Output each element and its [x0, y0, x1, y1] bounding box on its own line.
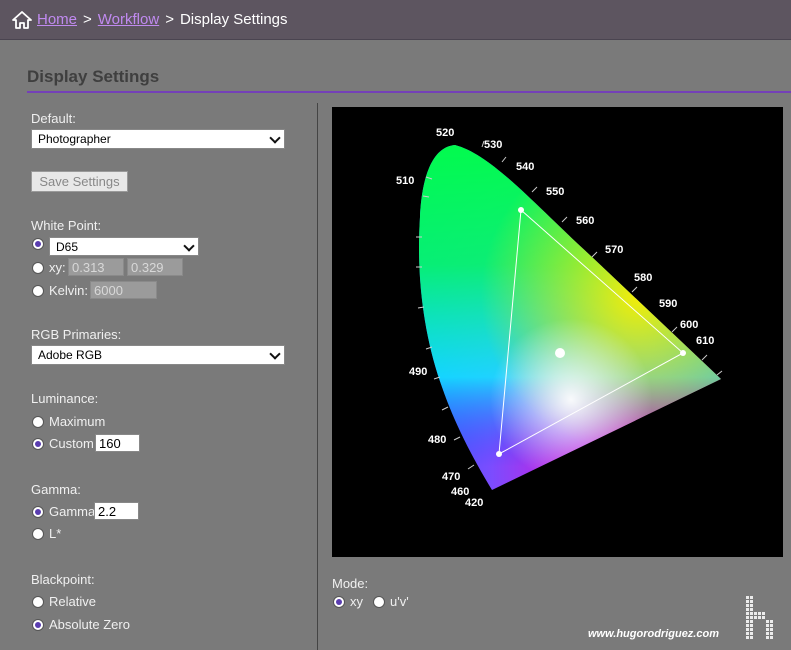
blackpoint-absolute-option[interactable]: Absolute Zero — [32, 617, 130, 632]
rgb-primaries-select[interactable]: Adobe RGB — [31, 345, 285, 365]
wavelength-label: 600 — [680, 319, 698, 331]
watermark-text: www.hugorodriguez.com — [588, 628, 719, 640]
mode-xy-label: xy — [350, 594, 363, 609]
wavelength-label: 590 — [659, 298, 677, 310]
mode-xy-radio[interactable] — [333, 595, 345, 608]
luminance-custom-label: Custom — [49, 436, 94, 451]
breadcrumb-workflow-link[interactable]: Workflow — [98, 11, 159, 28]
white-point-xy-label: xy: — [49, 260, 66, 275]
wavelength-label: 610 — [696, 335, 714, 347]
wavelength-label: 510 — [396, 175, 414, 187]
luminance-maximum-option[interactable]: Maximum — [32, 414, 105, 429]
gamma-value-label: Gamma — [49, 504, 96, 519]
default-label: Default: — [31, 111, 76, 126]
mode-xy-option[interactable]: xy u'v' — [333, 594, 409, 609]
rgb-primaries-label: RGB Primaries: — [31, 327, 122, 342]
chevron-down-icon — [183, 239, 195, 252]
white-point-xy-option[interactable]: xy: — [32, 260, 66, 275]
breadcrumb: Home > Workflow > Display Settings — [0, 0, 791, 40]
breadcrumb-home-link[interactable]: Home — [37, 11, 77, 28]
chevron-down-icon — [269, 348, 281, 360]
gamma-lstar-option[interactable]: L* — [32, 526, 61, 541]
chevron-down-icon — [269, 132, 281, 144]
gamma-value-option[interactable]: Gamma — [32, 504, 95, 519]
wavelength-label: 490 — [409, 366, 427, 378]
breadcrumb-current: Display Settings — [179, 11, 288, 28]
wavelength-label: 550 — [546, 186, 564, 198]
home-icon[interactable] — [12, 10, 32, 30]
wavelength-label: 420 — [465, 497, 483, 509]
white-point-preset-select[interactable]: D65 — [49, 237, 199, 256]
wavelength-label: 520 — [436, 127, 454, 139]
mode-label: Mode: — [332, 576, 369, 591]
default-select[interactable]: Photographer — [31, 129, 285, 149]
blackpoint-absolute-label: Absolute Zero — [49, 617, 130, 632]
rgb-primaries-value: Adobe RGB — [38, 348, 103, 362]
wavelength-label: 580 — [634, 272, 652, 284]
red-primary-point — [680, 350, 686, 356]
gamma-lstar-label: L* — [49, 526, 62, 541]
blackpoint-relative-option[interactable]: Relative — [32, 594, 96, 609]
blackpoint-relative-radio[interactable] — [32, 595, 44, 608]
luminance-maximum-label: Maximum — [49, 414, 106, 429]
blackpoint-relative-label: Relative — [49, 594, 96, 609]
chromaticity-diagram-svg: 520 530 540 550 560 570 580 590 600 610 … — [396, 127, 723, 509]
wavelength-label: 540 — [516, 161, 534, 173]
white-point-x-input[interactable]: 0.313 — [68, 258, 124, 276]
breadcrumb-separator: > — [83, 11, 92, 28]
wavelength-label: 480 — [428, 434, 446, 446]
save-settings-button[interactable]: Save Settings — [31, 171, 128, 192]
luminance-label: Luminance: — [31, 391, 99, 406]
blue-primary-point — [496, 451, 502, 457]
white-point-preset-option[interactable] — [32, 238, 49, 250]
white-point-kelvin-label: Kelvin: — [49, 283, 89, 298]
wavelength-label: 470 — [442, 471, 460, 483]
watermark-logo-icon — [746, 596, 773, 639]
white-point-preset-radio[interactable] — [32, 238, 44, 250]
blackpoint-absolute-radio[interactable] — [32, 618, 44, 631]
white-point-kelvin-radio[interactable] — [32, 284, 44, 297]
gamma-value-radio[interactable] — [32, 505, 44, 518]
gamma-value-input[interactable]: 2.2 — [94, 502, 139, 520]
gamma-label: Gamma: — [31, 482, 81, 497]
luminance-custom-radio[interactable] — [32, 437, 44, 450]
wavelength-label: 530 — [484, 139, 502, 151]
wavelength-label: 560 — [576, 215, 594, 227]
panel-divider — [317, 103, 318, 650]
white-point-preset-value: D65 — [56, 239, 79, 254]
wavelength-label: 570 — [605, 244, 623, 256]
blackpoint-label: Blackpoint: — [31, 572, 95, 587]
page-title: Display Settings — [27, 67, 160, 86]
luminance-maximum-radio[interactable] — [32, 415, 44, 428]
mode-uv-label: u'v' — [390, 594, 409, 609]
white-point-kelvin-option[interactable]: Kelvin: — [32, 283, 88, 298]
default-select-value: Photographer — [38, 132, 111, 146]
white-point-y-input[interactable]: 0.329 — [127, 258, 183, 276]
mode-uv-radio[interactable] — [373, 595, 385, 608]
white-point-label: White Point: — [31, 218, 102, 233]
breadcrumb-separator: > — [165, 11, 174, 28]
green-primary-point — [518, 207, 524, 213]
white-point-xy-radio[interactable] — [32, 261, 44, 274]
white-point-kelvin-input[interactable]: 6000 — [90, 281, 157, 299]
white-point-marker — [555, 348, 565, 358]
luminance-custom-option[interactable]: Custom — [32, 436, 94, 451]
gamma-lstar-radio[interactable] — [32, 527, 44, 540]
luminance-custom-input[interactable]: 160 — [95, 434, 140, 452]
title-divider — [27, 91, 791, 93]
chromaticity-diagram: 520 530 540 550 560 570 580 590 600 610 … — [332, 107, 783, 557]
